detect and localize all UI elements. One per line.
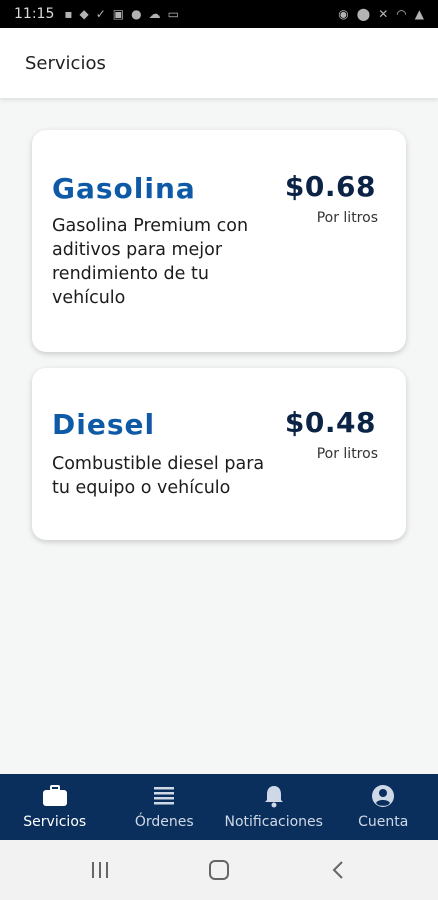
bell-icon xyxy=(261,784,287,808)
alarm-icon: ◉ xyxy=(338,7,349,21)
service-price: $0.68 xyxy=(284,170,376,203)
service-name: Gasolina xyxy=(52,172,196,205)
service-price-unit: Por litros xyxy=(316,446,378,462)
service-card-diesel[interactable]: Diesel $0.48 Por litros Combustible dies… xyxy=(32,368,406,540)
image-icon: ▣ xyxy=(112,7,125,21)
location-icon: ⬤ xyxy=(356,7,371,21)
app-icon: ◆ xyxy=(79,7,89,21)
nav-item-servicios[interactable]: Servicios xyxy=(0,774,110,840)
nav-label: Notificaciones xyxy=(224,814,323,830)
cloud-icon: ☁ xyxy=(148,7,161,21)
check-icon: ✓ xyxy=(95,7,106,21)
status-time: 11:15 xyxy=(14,6,55,22)
back-button[interactable] xyxy=(318,855,358,885)
app-bar: Servicios xyxy=(0,28,438,98)
message-icon: ▪ xyxy=(64,7,73,21)
signal-icon: ▲ xyxy=(414,7,424,21)
nav-label: Cuenta xyxy=(358,814,409,830)
service-card-gasolina[interactable]: Gasolina $0.68 Por litros Gasolina Premi… xyxy=(32,130,406,352)
account-circle-icon xyxy=(370,784,396,808)
status-bar: 11:15 ▪ ◆ ✓ ▣ ● ☁ ▭ ◉ ⬤ ✕ ◠ ▲ xyxy=(0,0,438,28)
system-navigation-bar xyxy=(0,840,438,900)
nav-label: Órdenes xyxy=(134,814,194,830)
service-price-unit: Por litros xyxy=(316,210,378,226)
bottom-navigation: Servicios Órdenes Notificaciones Cuenta xyxy=(0,774,438,840)
services-list: Gasolina $0.68 Por litros Gasolina Premi… xyxy=(0,98,438,774)
nav-item-cuenta[interactable]: Cuenta xyxy=(329,774,438,840)
service-description: Gasolina Premium con aditivos para mejor… xyxy=(52,216,249,308)
service-price: $0.48 xyxy=(284,406,376,439)
nav-item-ordenes[interactable]: Órdenes xyxy=(110,774,220,840)
system-status-icons: ◉ ⬤ ✕ ◠ ▲ xyxy=(338,7,424,21)
nav-item-notificaciones[interactable]: Notificaciones xyxy=(219,774,329,840)
service-description: Combustible diesel para tu equipo o vehí… xyxy=(52,454,265,498)
page-title: Servicios xyxy=(25,52,106,74)
list-icon xyxy=(151,784,177,808)
briefcase-icon xyxy=(42,784,68,808)
mute-icon: ✕ xyxy=(378,7,389,21)
wifi-icon: ◠ xyxy=(396,7,407,21)
notification-icons: ▪ ◆ ✓ ▣ ● ☁ ▭ xyxy=(64,7,179,21)
screen-icon: ▭ xyxy=(167,7,179,21)
nav-label: Servicios xyxy=(23,814,87,830)
chat-icon: ● xyxy=(131,7,142,21)
home-button[interactable] xyxy=(199,855,239,885)
recent-apps-button[interactable] xyxy=(80,855,120,885)
service-name: Diesel xyxy=(52,408,156,441)
